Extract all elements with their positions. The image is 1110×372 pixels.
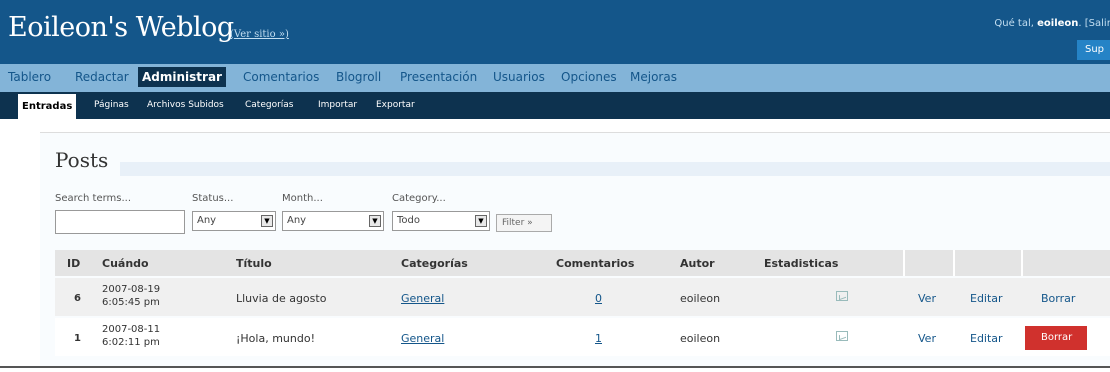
site-header: Eoileon's Weblog (Ver sitio ») Qué tal, …	[0, 0, 1110, 64]
column-header-cuando: Cuándo	[102, 257, 149, 270]
post-title: ¡Hola, mundo!	[236, 332, 315, 345]
submenu-item-categorias[interactable]: Categorías	[245, 100, 294, 110]
table-row	[55, 318, 1110, 356]
submenu-item-archivos[interactable]: Archivos Subidos	[147, 100, 224, 110]
post-author: eoileon	[680, 332, 721, 345]
post-id: 6	[74, 293, 81, 304]
header-separator	[1021, 250, 1023, 276]
post-date: 2007-08-11	[102, 324, 161, 335]
post-comments-link[interactable]: 0	[595, 292, 602, 305]
menu-item-comentarios[interactable]: Comentarios	[243, 70, 319, 84]
chevron-down-icon: ▼	[261, 215, 273, 227]
title-divider	[120, 162, 1110, 176]
logout-link[interactable]: . [Salir,	[1078, 18, 1110, 29]
menu-item-presentacion[interactable]: Presentación	[400, 70, 477, 84]
month-label: Month...	[282, 193, 323, 204]
chart-icon[interactable]	[836, 291, 848, 301]
header-separator	[903, 250, 905, 276]
post-author: eoileon	[680, 292, 721, 305]
status-label: Status...	[192, 193, 234, 204]
search-input[interactable]	[55, 210, 185, 234]
menu-item-opciones[interactable]: Opciones	[561, 70, 617, 84]
menu-item-tablero[interactable]: Tablero	[8, 70, 51, 84]
header-separator	[953, 250, 955, 276]
sub-menu: Entradas Páginas Archivos Subidos Catego…	[0, 92, 1110, 119]
menu-item-redactar[interactable]: Redactar	[75, 70, 129, 84]
submenu-item-importar[interactable]: Importar	[318, 100, 357, 110]
post-time: 6:05:45 pm	[102, 297, 160, 308]
post-comments-link[interactable]: 1	[595, 332, 602, 345]
delete-link[interactable]: Borrar	[1041, 292, 1075, 305]
menu-item-usuarios[interactable]: Usuarios	[493, 70, 545, 84]
delete-button[interactable]: Borrar	[1025, 326, 1087, 350]
page-title: Posts	[55, 148, 109, 172]
menu-item-administrar[interactable]: Administrar	[138, 67, 226, 87]
post-time: 6:02:11 pm	[102, 337, 160, 348]
post-date: 2007-08-19	[102, 284, 161, 295]
search-label: Search terms...	[55, 193, 132, 204]
post-category-link[interactable]: General	[401, 332, 444, 345]
bottom-divider	[0, 366, 1110, 368]
column-header-titulo: Título	[236, 257, 272, 270]
chevron-down-icon: ▼	[475, 215, 487, 227]
month-select-value: Any	[287, 215, 307, 226]
user-greeting: Qué tal, eoileon. [Salir,	[994, 18, 1110, 29]
edit-link[interactable]: Editar	[970, 332, 1003, 345]
column-header-estadisticas: Estadisticas	[764, 257, 839, 270]
view-site-link[interactable]: (Ver sitio »)	[230, 29, 289, 40]
support-button[interactable]: Sup	[1077, 40, 1110, 60]
column-header-categorias: Categorías	[401, 257, 468, 270]
username[interactable]: eoileon	[1037, 18, 1078, 29]
post-title: Lluvia de agosto	[236, 292, 327, 305]
table-row	[55, 278, 1110, 316]
blog-title[interactable]: Eoileon's Weblog	[8, 12, 234, 43]
menu-item-mejoras[interactable]: Mejoras	[630, 70, 677, 84]
edit-link[interactable]: Editar	[970, 292, 1003, 305]
column-header-comentarios: Comentarios	[556, 257, 635, 270]
chevron-down-icon: ▼	[369, 215, 381, 227]
status-select[interactable]: Any ▼	[192, 211, 276, 231]
submenu-item-exportar[interactable]: Exportar	[376, 100, 415, 110]
post-category-link[interactable]: General	[401, 292, 444, 305]
submenu-item-entradas[interactable]: Entradas	[18, 94, 77, 119]
filter-button[interactable]: Filter »	[496, 214, 552, 232]
menu-item-blogroll[interactable]: Blogroll	[336, 70, 381, 84]
post-id: 1	[74, 333, 81, 344]
category-select-value: Todo	[397, 215, 420, 226]
status-select-value: Any	[197, 215, 217, 226]
month-select[interactable]: Any ▼	[282, 211, 384, 231]
column-header-id: ID	[67, 257, 81, 270]
view-link[interactable]: Ver	[918, 332, 936, 345]
submenu-item-paginas[interactable]: Páginas	[94, 100, 129, 110]
category-label: Category...	[392, 193, 446, 204]
view-link[interactable]: Ver	[918, 292, 936, 305]
category-select[interactable]: Todo ▼	[392, 211, 490, 231]
main-menu: Tablero Redactar Administrar Comentarios…	[0, 64, 1110, 92]
chart-icon[interactable]	[836, 331, 848, 341]
column-header-autor: Autor	[680, 257, 715, 270]
